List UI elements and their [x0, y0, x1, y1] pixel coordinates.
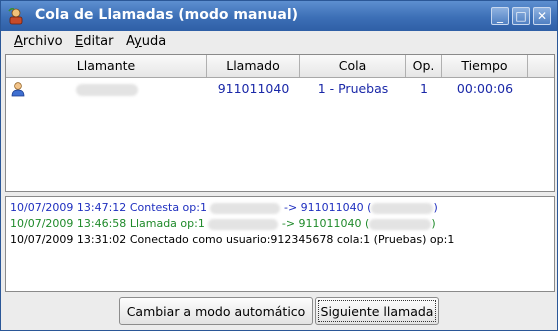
phone-queue-app-icon	[8, 7, 23, 25]
redacted-caller-number	[208, 218, 279, 230]
menu-bar: Archivo Editar Ayuda	[1, 31, 557, 53]
log-entry: 10/07/2009 13:31:02 Conectado como usuar…	[10, 233, 455, 246]
column-header-tiempo[interactable]: Tiempo	[442, 55, 528, 77]
app-window: Cola de Llamadas (modo manual) _ □ ✕ Arc…	[0, 0, 558, 331]
log-entry: 10/07/2009 13:46:58 Llamada op:1 -> 9110…	[10, 217, 436, 230]
title-bar[interactable]: Cola de Llamadas (modo manual) _ □ ✕	[1, 1, 557, 31]
column-header-filler	[528, 55, 554, 77]
redacted-caller-name	[371, 202, 434, 214]
minimize-button[interactable]: _	[491, 7, 509, 25]
column-header-op[interactable]: Op.	[406, 55, 442, 77]
column-header-llamado[interactable]: Llamado	[207, 55, 300, 77]
switch-to-automatic-button[interactable]: Cambiar a modo automático	[119, 297, 313, 325]
table-header: Llamante Llamado Cola Op. Tiempo	[6, 55, 554, 78]
event-log[interactable]: 10/07/2009 13:47:12 Contesta op:1 -> 911…	[5, 196, 555, 292]
menu-archivo[interactable]: Archivo	[14, 34, 63, 49]
cell-op: 1	[420, 81, 428, 96]
maximize-button[interactable]: □	[512, 7, 530, 25]
call-queue-table: Llamante Llamado Cola Op. Tiempo 9110110…	[5, 54, 555, 192]
window-title: Cola de Llamadas (modo manual)	[35, 7, 299, 23]
redacted-caller-number	[75, 83, 138, 96]
cell-tiempo: 00:00:06	[456, 81, 514, 96]
close-button[interactable]: ✕	[533, 7, 551, 25]
redacted-caller-name	[369, 218, 432, 230]
cell-llamante	[6, 79, 207, 99]
menu-editar[interactable]: Editar	[75, 34, 114, 49]
log-entry: 10/07/2009 13:47:12 Contesta op:1 -> 911…	[10, 201, 438, 214]
cell-llamado: 911011040	[217, 81, 290, 96]
cell-cola: 1 - Pruebas	[317, 81, 389, 96]
column-header-llamante[interactable]: Llamante	[6, 55, 207, 77]
table-row[interactable]: 911011040 1 - Pruebas 1 00:00:06	[6, 79, 554, 99]
menu-ayuda[interactable]: Ayuda	[126, 34, 166, 49]
next-call-button[interactable]: Siguiente llamada	[315, 297, 439, 325]
redacted-caller-number	[210, 202, 281, 214]
column-header-cola[interactable]: Cola	[300, 55, 406, 77]
